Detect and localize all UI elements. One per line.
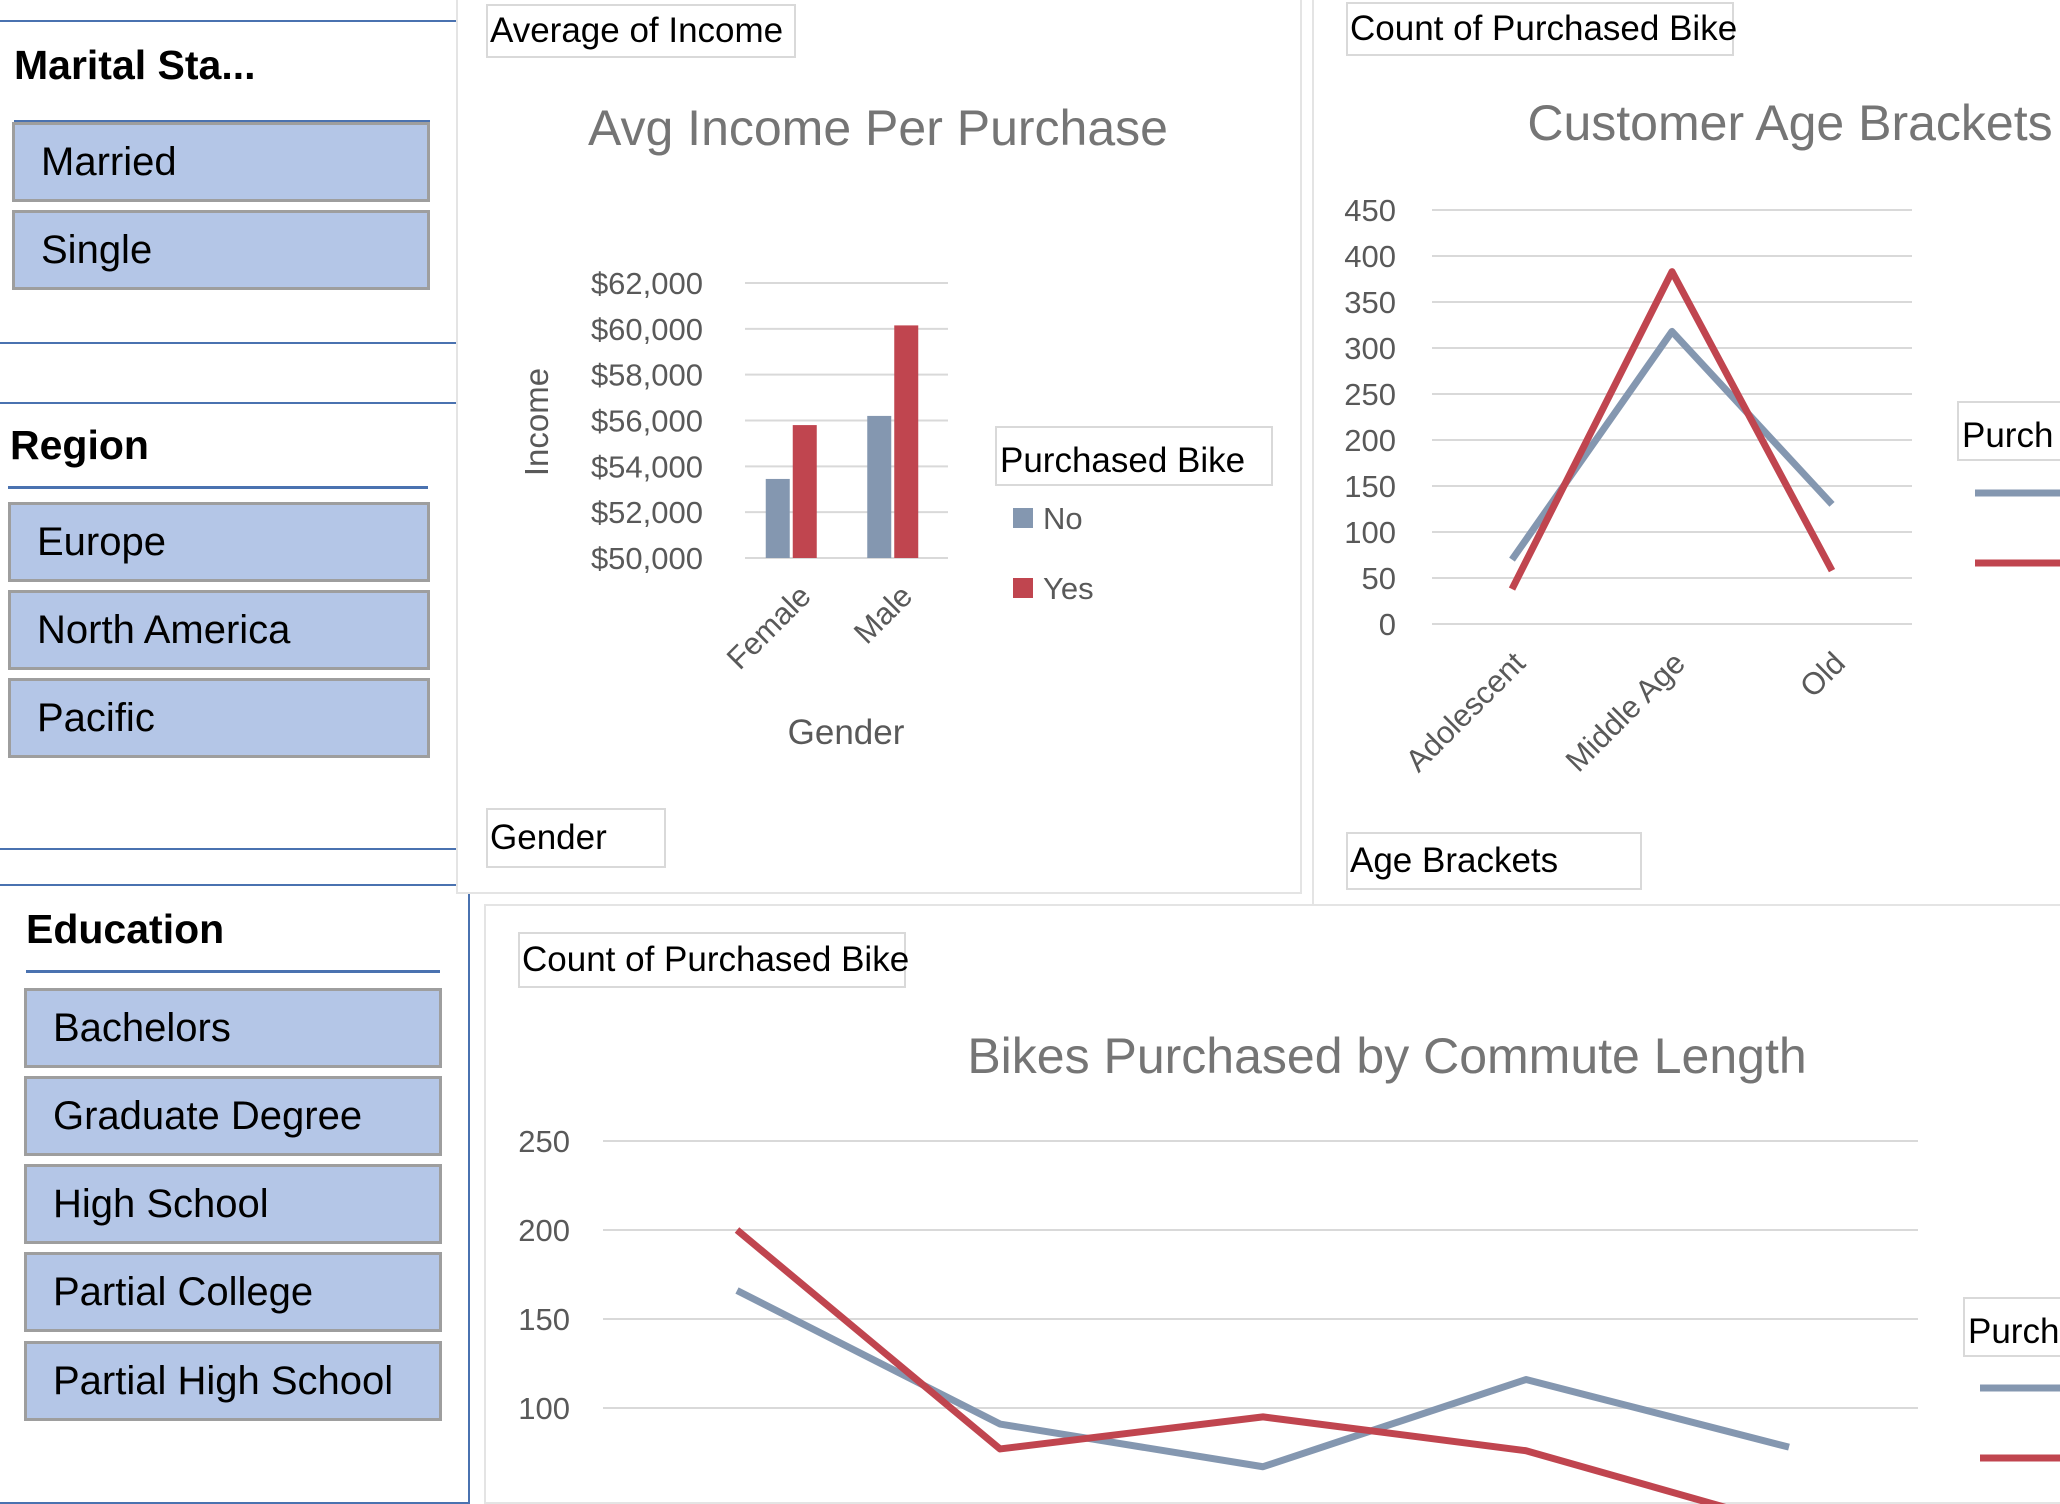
y-tick-label: 200: [518, 1213, 570, 1248]
line-series-no: [735, 1287, 1790, 1471]
y-tick-label: 250: [518, 1124, 570, 1159]
y-tick-label: 100: [518, 1391, 570, 1426]
chart-title: Bikes Purchased by Commute Length: [967, 1028, 1806, 1084]
legend-title: Purch: [1968, 1312, 2059, 1351]
commute-chart: Bikes Purchased by Commute Length 100 150 2…: [518, 1028, 2060, 1504]
y-tick-label: 150: [518, 1302, 570, 1337]
